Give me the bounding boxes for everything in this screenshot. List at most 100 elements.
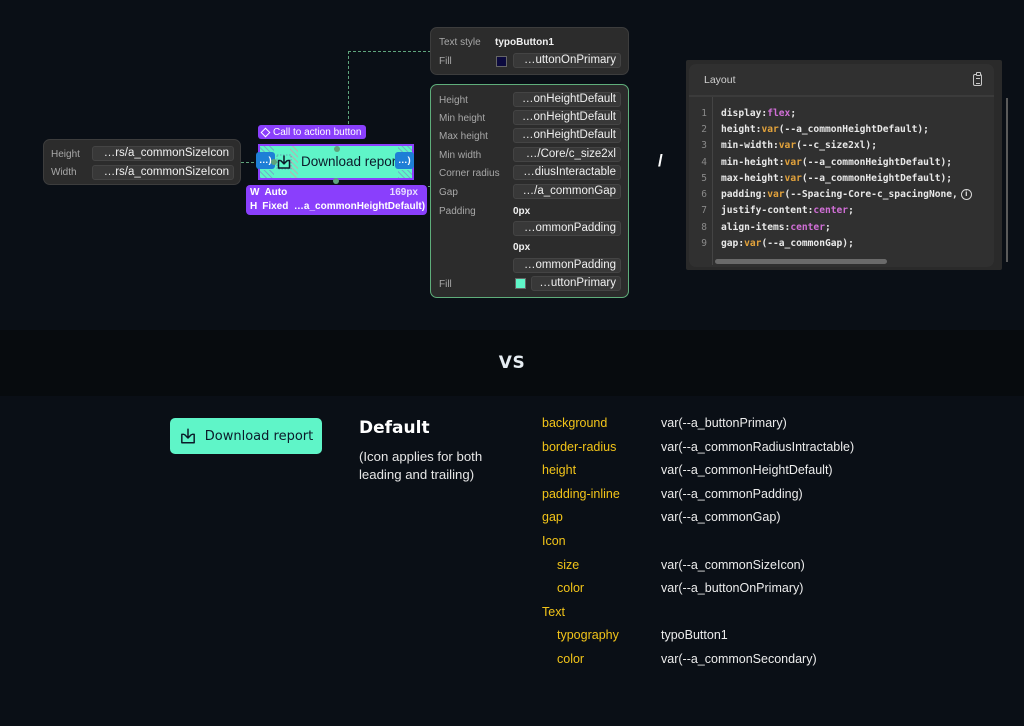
horizontal-scrollbar[interactable]: [715, 259, 887, 264]
spec-key: size: [557, 557, 580, 572]
connector-handle[interactable]: [271, 159, 277, 165]
fill-value[interactable]: …uttonOnPrimary: [513, 53, 621, 68]
spec-value: var(--a_commonPadding): [661, 486, 803, 501]
icon-size-panel: Height …rs/a_commonSizeIcon Width …rs/a_…: [43, 139, 241, 185]
spec-key: typography: [557, 628, 619, 643]
connector-handle[interactable]: [333, 178, 339, 184]
css-function: var: [778, 140, 797, 152]
dimensions-box: W Auto 169px H Fixed …a_commonHeightDefaul…: [246, 185, 427, 215]
download-icon: [180, 428, 195, 444]
code-line: 9 gap: var (--a_commonGap);: [689, 235, 994, 251]
min-height-value[interactable]: …onHeightDefault: [513, 110, 621, 125]
height-value[interactable]: …onHeightDefault: [513, 92, 621, 107]
semicolon: ;: [946, 172, 953, 184]
css-property: min-width:: [721, 140, 779, 152]
vertical-scrollbar[interactable]: [1006, 98, 1008, 262]
text-style-label: Text style: [439, 37, 481, 48]
line-gutter: [689, 97, 713, 265]
semicolon: ;: [824, 221, 831, 233]
fill-label: Fill: [439, 279, 452, 290]
copy-clipboard-icon[interactable]: [973, 71, 982, 86]
padding-hatch: [398, 170, 412, 178]
center-handle[interactable]: [334, 146, 340, 152]
connector-line: [348, 51, 349, 124]
width-key: W: [250, 187, 260, 198]
css-property: height:: [721, 123, 762, 135]
spec-value: typoButton1: [661, 628, 728, 643]
padding-label: Padding: [439, 206, 476, 217]
state-title: Default: [359, 418, 430, 438]
code-line: 1 display: flex;: [689, 105, 994, 121]
code-line: 6 padding: var (--Spacing-Core-c_spacingNo…: [689, 186, 994, 202]
gap-value[interactable]: …/a_commonGap: [513, 184, 621, 199]
padding-right-chip[interactable]: …): [395, 152, 414, 169]
vs-divider: VS: [0, 330, 1024, 396]
padding-vertical-px[interactable]: 0px: [513, 206, 530, 217]
semicolon: ;: [871, 140, 877, 152]
css-function: var: [767, 189, 785, 201]
fill-swatch[interactable]: [515, 278, 526, 289]
css-property: justify-content:: [721, 205, 814, 217]
css-property: align-items:: [721, 221, 791, 233]
download-icon: [276, 154, 292, 170]
css-function: var: [744, 238, 762, 250]
height-key: H: [250, 201, 258, 212]
connector-line: [348, 51, 431, 52]
width-px: 169px: [389, 187, 418, 198]
css-property: max-height:: [721, 172, 785, 184]
css-keyword: flex: [767, 107, 791, 119]
spec-key: background: [542, 416, 608, 430]
semicolon: ;: [848, 238, 854, 250]
code-body: 1 display: flex; 2 height: var (--a_commonHe…: [689, 97, 994, 265]
height-mode: Fixed …a_commonHeightDefault): [262, 201, 426, 212]
spec-value: var(--a_commonSecondary): [661, 652, 817, 666]
min-width-label: Min width: [439, 150, 482, 161]
download-report-button[interactable]: Download report: [170, 418, 322, 454]
css-keyword: center: [790, 221, 825, 233]
height-label: Height: [439, 95, 468, 106]
padding-hatch: [260, 170, 274, 178]
fill-value[interactable]: …uttonPrimary: [531, 276, 621, 291]
spec-key: Icon: [542, 534, 566, 548]
css-function: var: [784, 156, 802, 168]
spec-key: height: [542, 463, 577, 478]
code-line: 4 min-height: var (--a_commonHeightDefault…: [689, 154, 994, 170]
component-diamond-icon: [260, 127, 271, 137]
spec-value: var(--a_buttonOnPrimary): [661, 581, 804, 596]
css-argument: (--a_commonHeightDefault): [801, 172, 947, 184]
code-line: 5 max-height: var (--a_commonHeightDefault…: [689, 170, 994, 186]
state-note: (Icon applies for both leading and trail…: [359, 449, 483, 482]
spec-key: color: [557, 652, 585, 666]
spec-value: var(--a_commonSizeIcon): [661, 557, 805, 572]
text-style-value[interactable]: typoButton1: [495, 37, 554, 48]
css-function: var: [761, 123, 779, 135]
css-function: var: [784, 172, 802, 184]
selected-button-frame[interactable]: Download report: [258, 144, 414, 180]
info-icon[interactable]: i: [960, 189, 972, 201]
design-inspector-canvas: Height …rs/a_commonSizeIcon Width …rs/a_…: [0, 0, 1024, 330]
padding-vertical-token[interactable]: …ommonPadding: [513, 221, 621, 236]
code-line: 7 justify-content: center;: [689, 203, 994, 219]
code-line: 8 align-items: center;: [689, 219, 994, 235]
css-argument: (--Spacing-Core-c_spacingNone,: [784, 189, 958, 201]
max-height-label: Max height: [439, 131, 488, 142]
height-value[interactable]: …rs/a_commonSizeIcon: [92, 146, 234, 161]
fill-label: Fill: [439, 56, 452, 67]
spec-key: padding-inline: [542, 486, 620, 501]
corner-radius-value[interactable]: …diusInteractable: [513, 165, 621, 180]
width-value[interactable]: …rs/a_commonSizeIcon: [92, 165, 234, 180]
fill-swatch[interactable]: [496, 56, 507, 67]
spec-value: var(--a_commonHeightDefault): [661, 463, 833, 478]
padding-horizontal-token[interactable]: …ommonPadding: [513, 258, 621, 273]
gap-label: Gap: [439, 187, 458, 198]
css-property: display:: [721, 107, 768, 119]
max-height-value[interactable]: …onHeightDefault: [513, 128, 621, 143]
spec-key: Text: [542, 604, 565, 619]
min-width-value[interactable]: …/Core/c_size2xl: [513, 147, 621, 162]
code-line: 3 min-width: var (--c_size2xl);: [689, 138, 994, 154]
code-panel-title: Layout: [704, 73, 736, 86]
padding-horizontal-px[interactable]: 0px: [513, 242, 530, 253]
spec-value: var(--a_buttonPrimary): [661, 416, 787, 430]
semicolon: ;: [923, 123, 929, 135]
component-name-tag[interactable]: Call to action button: [258, 125, 367, 139]
